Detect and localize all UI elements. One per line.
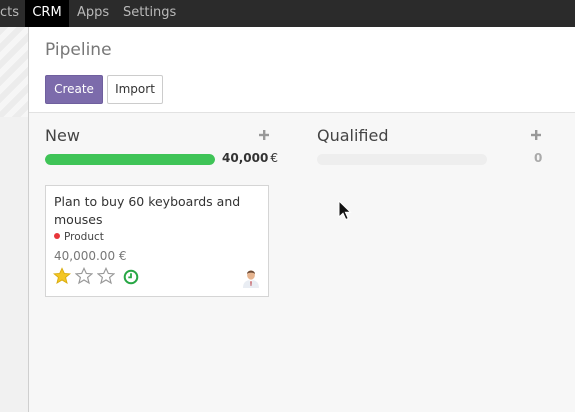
plus-icon[interactable] [531, 126, 541, 144]
card-tag-label: Product [64, 231, 104, 243]
mouse-cursor-icon [338, 200, 352, 221]
column-total-currency: € [270, 151, 278, 165]
kanban-board: New 40,000 € Qualified 0 Plan to buy 60 k… [29, 113, 575, 412]
column-total-value: 40,000 [222, 151, 269, 165]
star-empty-icon[interactable] [97, 267, 115, 285]
page-title: Pipeline [45, 40, 112, 60]
star-empty-icon[interactable] [75, 267, 93, 285]
import-button[interactable]: Import [107, 75, 163, 104]
sidebar-pattern [0, 27, 28, 117]
column-total: 40,000 € [222, 151, 278, 165]
progress-fill [45, 154, 215, 165]
column-total: 0 [534, 151, 543, 165]
card-title: Plan to buy 60 keyboards and mouses [54, 194, 241, 227]
plus-icon[interactable] [259, 126, 269, 144]
card-amount: 40,000.00 € [54, 249, 127, 263]
nav-item-crm[interactable]: CRM [25, 0, 69, 27]
nav-item-products[interactable]: cts [0, 0, 22, 27]
star-filled-icon[interactable] [53, 267, 71, 285]
nav-item-apps[interactable]: Apps [77, 0, 109, 27]
kanban-card[interactable]: Plan to buy 60 keyboards and mouses Prod… [45, 185, 269, 297]
top-navbar: cts CRM Apps Settings [0, 0, 575, 27]
create-button[interactable]: Create [45, 75, 103, 104]
clock-icon[interactable] [123, 269, 139, 285]
column-title: New [45, 126, 80, 145]
sidebar [0, 27, 29, 412]
column-progress-bar[interactable] [45, 154, 215, 165]
user-avatar-icon[interactable] [240, 266, 262, 288]
nav-item-settings[interactable]: Settings [123, 0, 176, 27]
column-title: Qualified [317, 126, 389, 145]
control-panel: Pipeline Create Import [29, 27, 575, 113]
column-progress-bar[interactable] [317, 154, 487, 165]
card-tag: Product [54, 231, 104, 243]
tag-color-dot [54, 233, 60, 239]
